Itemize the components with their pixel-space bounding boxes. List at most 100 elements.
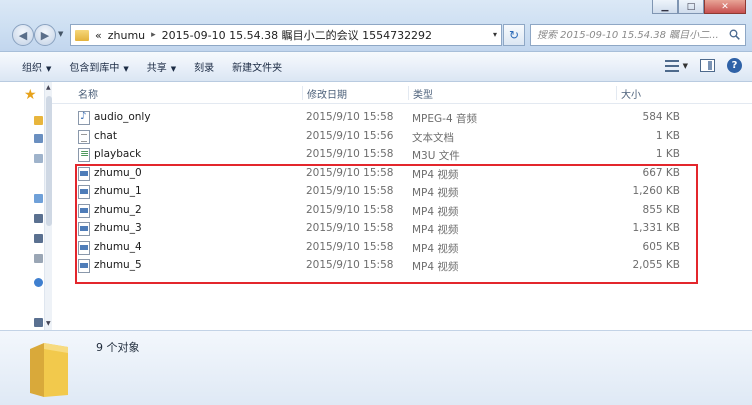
new-folder-button[interactable]: 新建文件夹 [224, 56, 290, 77]
file-modified-date: 2015/9/10 15:58 [306, 111, 394, 123]
audio-file-icon [78, 111, 90, 125]
column-header-name[interactable]: 名称 [74, 86, 302, 101]
folder-icon [75, 29, 89, 41]
file-modified-date: 2015/9/10 15:58 [306, 203, 394, 216]
drive-icon[interactable] [34, 234, 43, 243]
item-count-text: 9 个对象 [96, 341, 140, 354]
recent-pages-dropdown[interactable]: ▼ [58, 30, 63, 38]
file-row[interactable]: chat 2015/9/10 15:56 文本文档 1 KB [72, 128, 712, 146]
drive-icon[interactable] [34, 318, 43, 327]
document-icon[interactable] [34, 154, 43, 163]
file-row[interactable]: zhumu_0 2015/9/10 15:58 MP4 视频 667 KB [72, 165, 712, 183]
search-input[interactable] [537, 29, 723, 41]
file-size: 584 KB [642, 111, 680, 123]
include-in-library-label: 包含到库中 [69, 63, 120, 74]
address-dropdown[interactable]: ▾ [493, 30, 497, 39]
video-file-icon [78, 240, 90, 255]
column-header-size[interactable]: 大小 [616, 86, 736, 101]
breadcrumb-item-meeting-folder[interactable]: 2015-09-10 15.54.38 瞩目小二的会议 1554732292 [162, 27, 432, 43]
scroll-down-icon[interactable]: ▼ [46, 320, 51, 327]
breadcrumb-overflow[interactable]: « [95, 29, 102, 42]
file-type: MPEG-4 音频 [412, 113, 477, 125]
preview-pane-button[interactable] [700, 59, 715, 72]
drive-icon[interactable] [34, 214, 43, 223]
column-header-type[interactable]: 类型 [408, 86, 616, 101]
file-size: 667 KB [642, 166, 680, 179]
refresh-icon: ↻ [508, 28, 520, 42]
video-file-icon [78, 166, 90, 181]
organize-label: 组织 [22, 63, 42, 74]
forward-button[interactable]: ▶ [34, 24, 56, 46]
file-type: MP4 视频 [412, 187, 459, 199]
chevron-down-icon: ▼ [170, 65, 177, 73]
window-controls: ▁ □ ✕ [652, 0, 746, 16]
drive-icon[interactable] [34, 254, 43, 263]
back-button[interactable]: ◀ [12, 24, 34, 46]
view-list-icon [664, 59, 679, 72]
file-row[interactable]: zhumu_1 2015/9/10 15:58 MP4 视频 1,260 KB [72, 183, 712, 201]
navigation-scrollbar[interactable]: ▲ ▼ [44, 82, 52, 330]
file-name: zhumu_2 [94, 203, 142, 216]
file-type: MP4 视频 [412, 224, 459, 236]
file-name: zhumu_3 [94, 222, 142, 234]
title-bar: ▁ □ ✕ ◀ ▶ ▼ « zhumu ▸ 2015-09-10 15.54.3… [0, 0, 752, 52]
scroll-up-icon[interactable]: ▲ [46, 84, 51, 91]
text-file-icon [78, 129, 90, 144]
help-button[interactable]: ? [727, 58, 742, 73]
file-size: 605 KB [642, 240, 680, 253]
organize-menu[interactable]: 组织 ▼ [14, 56, 59, 77]
address-bar[interactable]: « zhumu ▸ 2015-09-10 15.54.38 瞩目小二的会议 15… [70, 24, 502, 46]
video-file-icon [78, 185, 90, 199]
file-size: 1 KB [655, 148, 680, 160]
include-in-library-menu[interactable]: 包含到库中 ▼ [61, 56, 136, 77]
file-name: zhumu_4 [94, 240, 142, 253]
file-list: 名称 修改日期 类型 大小 audio_only 2015/9/10 15:58 M… [52, 82, 752, 330]
navigation-pane: ★ ▲ ▼ [0, 82, 52, 330]
arrow-left-icon: ◀ [18, 28, 28, 42]
share-label: 共享 [146, 63, 167, 74]
library-icon[interactable] [34, 134, 43, 143]
folder-icon[interactable] [34, 116, 43, 125]
change-view-button[interactable]: ▼ [664, 59, 688, 72]
refresh-button[interactable]: ↻ [503, 24, 525, 46]
burn-button[interactable]: 刻录 [186, 56, 222, 77]
breadcrumb-item-zhumu[interactable]: zhumu [108, 29, 145, 42]
details-pane: 9 个对象 [0, 330, 752, 405]
video-file-icon [78, 203, 90, 218]
search-box[interactable] [530, 24, 746, 46]
file-size: 1,331 KB [632, 222, 681, 234]
file-row[interactable]: audio_only 2015/9/10 15:58 MPEG-4 音频 584 KB [72, 109, 712, 127]
favorites-star-icon[interactable]: ★ [24, 87, 37, 103]
file-modified-date: 2015/9/10 15:58 [306, 259, 394, 271]
maximize-button[interactable]: □ [678, 0, 704, 14]
file-modified-date: 2015/9/10 15:56 [306, 129, 394, 142]
file-row[interactable]: zhumu_3 2015/9/10 15:58 MP4 视频 1,331 KB [72, 220, 712, 238]
file-row[interactable]: playback 2015/9/10 15:58 M3U 文件 1 KB [72, 146, 712, 164]
file-modified-date: 2015/9/10 15:58 [306, 185, 394, 197]
file-type: MP4 视频 [412, 168, 459, 181]
breadcrumb-separator[interactable]: ▸ [151, 30, 156, 40]
playlist-file-icon [78, 147, 90, 162]
file-name: zhumu_5 [94, 259, 142, 271]
file-type: M3U 文件 [412, 150, 460, 162]
network-icon[interactable] [34, 278, 43, 287]
command-toolbar: 组织 ▼ 包含到库中 ▼ 共享 ▼ 刻录 新建文件夹 ▼ ? [0, 52, 752, 82]
file-row[interactable]: zhumu_2 2015/9/10 15:58 MP4 视频 855 KB [72, 202, 712, 220]
computer-icon[interactable] [34, 194, 43, 203]
file-type: 文本文档 [412, 131, 454, 144]
column-header-date[interactable]: 修改日期 [302, 86, 408, 101]
chevron-down-icon: ▼ [682, 61, 688, 70]
close-button[interactable]: ✕ [704, 0, 746, 14]
minimize-button[interactable]: ▁ [652, 0, 678, 14]
file-modified-date: 2015/9/10 15:58 [306, 148, 394, 160]
file-modified-date: 2015/9/10 15:58 [306, 240, 394, 253]
share-menu[interactable]: 共享 ▼ [139, 56, 184, 77]
file-type: MP4 视频 [412, 242, 459, 255]
folder-icon [30, 343, 68, 397]
file-row[interactable]: zhumu_5 2015/9/10 15:58 MP4 视频 2,055 KB [72, 257, 712, 275]
file-row[interactable]: zhumu_4 2015/9/10 15:58 MP4 视频 605 KB [72, 239, 712, 257]
arrow-right-icon: ▶ [40, 28, 50, 42]
search-icon[interactable] [729, 29, 740, 40]
column-headers: 名称 修改日期 类型 大小 [52, 82, 752, 104]
file-size: 2,055 KB [632, 259, 681, 271]
